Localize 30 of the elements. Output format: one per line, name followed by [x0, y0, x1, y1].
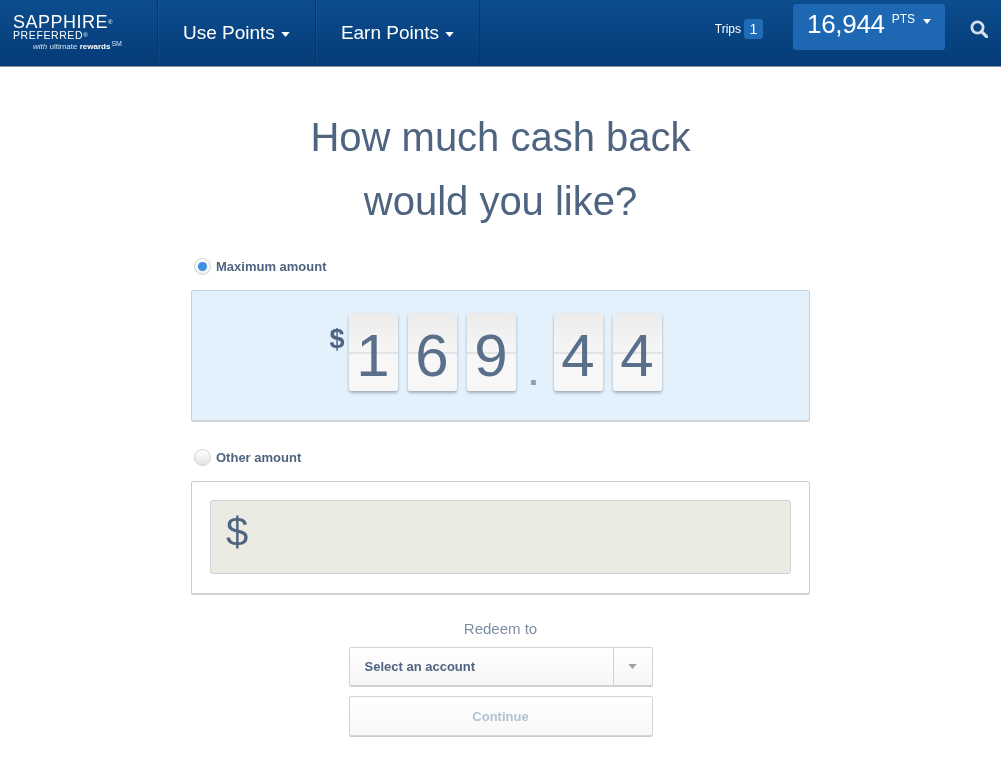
logo-tagline: with ultimate rewards$^{SM}$ [33, 41, 122, 53]
currency-symbol: $ [226, 509, 249, 556]
caret-icon [923, 19, 932, 24]
caret-icon [628, 664, 637, 669]
caret-icon [280, 32, 290, 37]
account-select[interactable]: Select an account [348, 647, 653, 686]
radio-button[interactable] [194, 448, 211, 466]
option-label[interactable]: Other amount [216, 449, 302, 465]
flip-digit: 4 [553, 313, 603, 391]
nav-menu-button[interactable]: Earn Points [314, 0, 481, 66]
flip-digit: 1 [348, 313, 398, 391]
redeem-to-label: Redeem to [463, 619, 538, 639]
flip-digit: 9 [466, 313, 516, 391]
points-balance-button[interactable]: 16,944 PTS [793, 3, 945, 50]
amount-input-field[interactable]: $ [210, 500, 791, 574]
option-label[interactable]: Maximum amount [216, 258, 327, 274]
flip-digit: 4 [612, 313, 662, 391]
trips-count-badge: 1 [744, 19, 763, 39]
nav-menu-button[interactable]: Use Points [157, 0, 315, 66]
trips-link[interactable]: Trips 1 [714, 19, 763, 39]
caret-icon [445, 32, 455, 37]
search-button[interactable] [970, 20, 988, 38]
radio-button[interactable] [194, 257, 211, 275]
logo-wordmark: SAPPHIRE$^{®}$ [13, 14, 113, 30]
decimal-point: . [527, 358, 540, 388]
currency-symbol: $ [329, 324, 345, 354]
logo-subtitle: PREFERRED$^{®}$ [13, 30, 89, 41]
search-icon [970, 20, 988, 38]
flip-digit: 6 [407, 313, 457, 391]
page-heading: How much cash back would you like? [309, 114, 692, 225]
